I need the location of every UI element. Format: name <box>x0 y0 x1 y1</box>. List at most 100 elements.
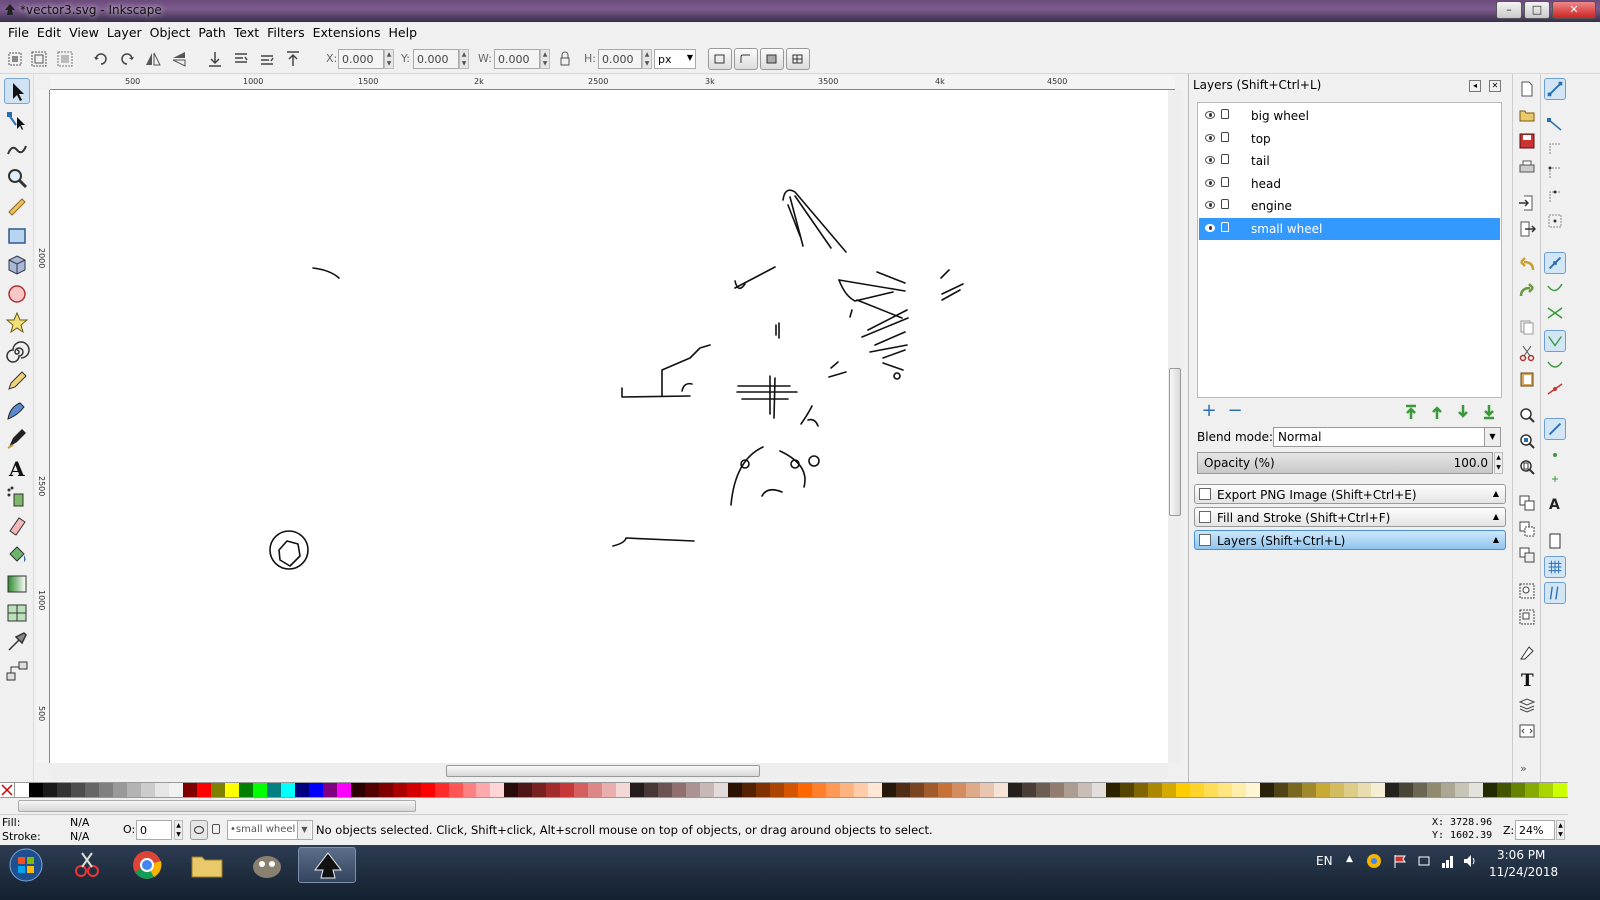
raise-layer-icon[interactable] <box>1429 404 1445 420</box>
snap-intersections-icon[interactable] <box>1544 302 1566 324</box>
color-swatch[interactable] <box>448 783 463 797</box>
clone-icon[interactable] <box>1518 520 1536 538</box>
color-swatch[interactable] <box>182 783 197 797</box>
lower-layer-to-bottom-icon[interactable] <box>1481 404 1497 420</box>
color-swatch[interactable] <box>979 783 994 797</box>
color-swatch[interactable] <box>1441 783 1456 797</box>
zoom-drawing-icon[interactable] <box>1518 432 1536 450</box>
panel-collapse-button[interactable]: ◂ <box>1469 80 1481 92</box>
color-swatch[interactable] <box>1399 783 1414 797</box>
drawing-canvas[interactable] <box>50 90 1168 763</box>
print-icon[interactable] <box>1518 158 1536 176</box>
raise-to-top-icon[interactable] <box>284 50 302 68</box>
color-swatch[interactable] <box>1077 783 1092 797</box>
color-swatch[interactable] <box>406 783 421 797</box>
color-swatch[interactable] <box>504 783 519 797</box>
color-swatch[interactable] <box>15 783 29 797</box>
maximize-button[interactable]: □ <box>1524 1 1550 19</box>
clock-time[interactable]: 3:06 PM <box>1497 848 1545 862</box>
color-swatch[interactable] <box>1063 783 1078 797</box>
export-icon[interactable] <box>1518 220 1536 238</box>
text-font-icon[interactable]: T <box>1518 670 1536 688</box>
3d-box-tool[interactable] <box>4 252 30 278</box>
color-swatch[interactable] <box>574 783 589 797</box>
layers-dialog-icon[interactable] <box>1518 696 1536 714</box>
tray-flag-icon[interactable] <box>1392 853 1408 869</box>
color-swatch[interactable] <box>196 783 211 797</box>
layer-visibility-toggle[interactable] <box>190 820 208 840</box>
opacity-field[interactable]: 0 <box>136 820 172 840</box>
new-document-icon[interactable] <box>1518 80 1536 98</box>
color-swatch[interactable] <box>70 783 85 797</box>
eraser-tool[interactable] <box>4 513 30 539</box>
layer-row-head[interactable]: head <box>1199 173 1500 195</box>
tweak-tool[interactable] <box>4 136 30 162</box>
color-swatch[interactable] <box>518 783 533 797</box>
ungroup-icon[interactable] <box>1518 608 1536 626</box>
color-swatch[interactable] <box>896 783 910 797</box>
color-swatch[interactable] <box>742 783 757 797</box>
color-swatch[interactable] <box>700 783 715 797</box>
color-swatch[interactable] <box>434 783 449 797</box>
color-swatch[interactable] <box>1105 783 1120 797</box>
color-swatch[interactable] <box>126 783 141 797</box>
more-chevron-icon[interactable]: » <box>1520 762 1527 775</box>
rotate-cw-icon[interactable] <box>118 50 136 68</box>
snap-smooth-nodes-icon[interactable] <box>1544 354 1566 376</box>
remove-layer-button[interactable]: − <box>1227 402 1243 420</box>
color-swatch[interactable] <box>1133 783 1148 797</box>
menu-filters[interactable]: Filters <box>263 22 308 44</box>
windows-start-icon[interactable] <box>6 847 46 883</box>
node-tool[interactable] <box>4 107 30 133</box>
taskbar-app-snipping[interactable] <box>58 847 116 883</box>
y-spinner[interactable]: ▲ ▼ <box>459 49 469 69</box>
color-swatch[interactable] <box>224 783 239 797</box>
lock-icon[interactable] <box>1221 109 1229 119</box>
layer-row-tail[interactable]: tail <box>1199 150 1500 172</box>
layer-row-small-wheel[interactable]: small wheel <box>1199 218 1500 240</box>
visibility-eye-icon[interactable] <box>1205 179 1215 187</box>
rotate-ccw-icon[interactable] <box>92 50 110 68</box>
color-swatch[interactable] <box>1357 783 1372 797</box>
x-field[interactable]: 0.000 <box>338 49 384 69</box>
current-layer-select[interactable]: •small wheel ▼ <box>227 820 313 840</box>
color-swatch[interactable] <box>308 783 323 797</box>
panel-close-button[interactable]: ✕ <box>1489 80 1501 92</box>
snap-object-centers-icon[interactable] <box>1544 444 1566 466</box>
color-swatch[interactable] <box>490 783 505 797</box>
color-swatch[interactable] <box>1287 783 1302 797</box>
select-all-layers-icon[interactable] <box>30 50 48 68</box>
star-tool[interactable] <box>4 310 30 336</box>
color-swatch[interactable] <box>1483 783 1498 797</box>
rectangle-tool[interactable] <box>4 223 30 249</box>
color-swatch[interactable] <box>965 783 980 797</box>
snap-bbox-centers-icon[interactable] <box>1544 210 1566 232</box>
menu-layer[interactable]: Layer <box>103 22 146 44</box>
lock-icon[interactable] <box>1221 154 1229 164</box>
opacity-stepper[interactable]: ▲ ▼ <box>174 820 183 840</box>
snap-page-border-icon[interactable] <box>1544 530 1566 552</box>
color-swatch[interactable] <box>560 783 575 797</box>
lock-icon[interactable] <box>1221 177 1229 187</box>
color-swatch[interactable] <box>1035 783 1050 797</box>
menu-path[interactable]: Path <box>194 22 229 44</box>
open-folder-icon[interactable] <box>1518 106 1536 124</box>
raise-icon[interactable] <box>258 50 276 68</box>
measure-tool[interactable] <box>4 194 30 220</box>
color-swatch[interactable] <box>1469 783 1484 797</box>
layer-row-top[interactable]: top <box>1199 128 1500 150</box>
color-swatch[interactable] <box>630 783 645 797</box>
visibility-eye-icon[interactable] <box>1205 156 1215 164</box>
color-swatch[interactable] <box>1147 783 1162 797</box>
color-swatch[interactable] <box>532 783 547 797</box>
lock-icon[interactable] <box>1221 132 1229 142</box>
color-swatch[interactable] <box>714 783 729 797</box>
snap-cusp-nodes-icon[interactable] <box>1544 330 1566 352</box>
color-swatch[interactable] <box>1497 783 1512 797</box>
color-swatch[interactable] <box>350 783 365 797</box>
color-swatch[interactable] <box>993 783 1008 797</box>
scrollbar-thumb[interactable] <box>1169 368 1181 516</box>
snap-rotation-centers-icon[interactable] <box>1544 468 1566 490</box>
raise-layer-to-top-icon[interactable] <box>1403 404 1419 420</box>
menu-extensions[interactable]: Extensions <box>309 22 385 44</box>
